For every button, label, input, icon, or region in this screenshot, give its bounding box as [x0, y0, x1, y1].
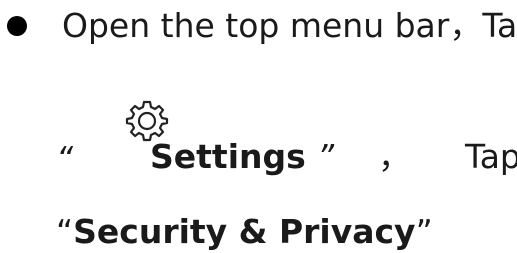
instruction-line-1: Open the top menu bar，Tap [62, 6, 517, 45]
line3-open-quote: “ [56, 212, 74, 251]
bullet-icon [7, 16, 27, 36]
settings-label: Settings [150, 137, 306, 176]
tap-text: Tap [465, 137, 517, 176]
security-privacy-label: Security & Privacy [73, 212, 416, 251]
close-quote: ” [317, 137, 335, 176]
open-quote: “ [56, 139, 74, 178]
instruction-line-2: “ Settings ” ， Tap [56, 100, 517, 181]
comma: ， [378, 137, 411, 176]
instruction-line-3: “Security & Privacy” [56, 212, 433, 252]
line3-close-quote: ” [415, 212, 433, 251]
